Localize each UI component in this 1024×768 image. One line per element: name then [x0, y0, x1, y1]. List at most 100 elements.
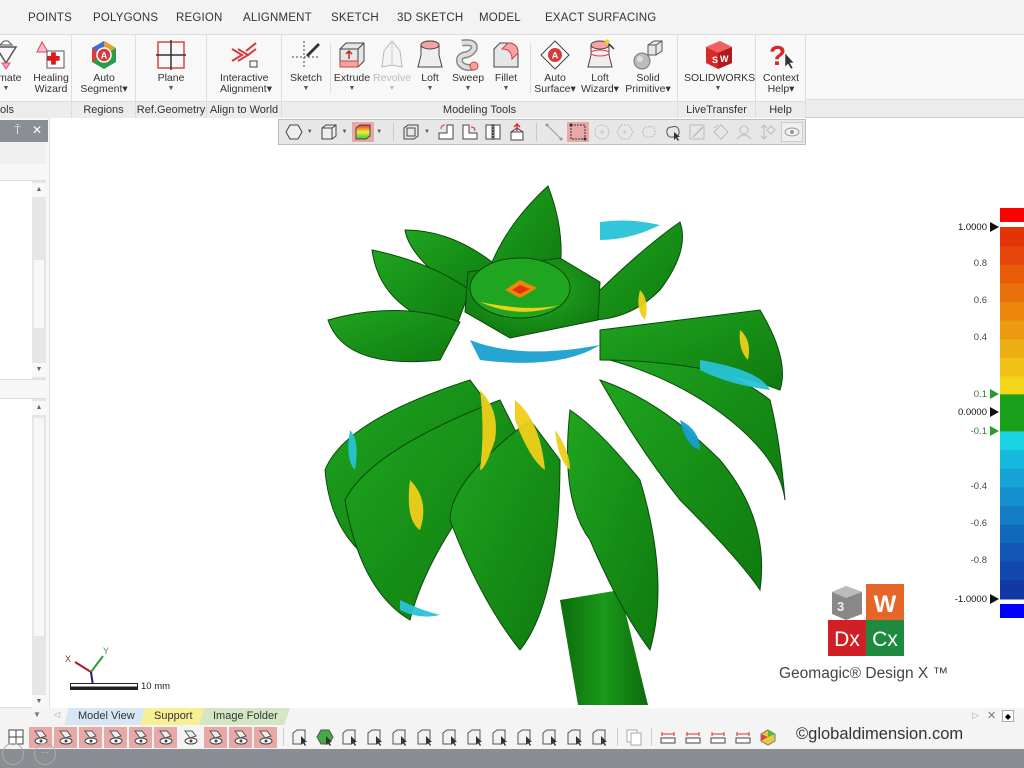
- rectangle-select-icon[interactable]: [566, 122, 589, 142]
- tab-model[interactable]: MODEL: [479, 12, 521, 24]
- scroll-thumb[interactable]: [33, 259, 45, 329]
- tab-3d-sketch[interactable]: 3D SKETCH: [397, 12, 463, 24]
- show-dimensions-icon[interactable]: [254, 726, 277, 748]
- scale-label: 10 mm: [141, 681, 171, 692]
- select-edge-loop-icon[interactable]: [463, 727, 486, 748]
- min-marker-icon[interactable]: [990, 594, 999, 604]
- measure-area-icon[interactable]: [731, 727, 754, 748]
- auto-segment-button[interactable]: A Auto Segment▾: [80, 37, 128, 99]
- context-help-button[interactable]: ? Context Help▾: [757, 37, 805, 99]
- select-all-icon[interactable]: [538, 727, 561, 748]
- freeform-select-icon[interactable]: [638, 122, 660, 142]
- circle-select-icon[interactable]: +: [591, 122, 613, 142]
- tab-sketch[interactable]: SKETCH: [331, 12, 379, 24]
- measure-radius-icon[interactable]: [706, 727, 729, 748]
- pin-icon[interactable]: ⍑: [14, 123, 21, 138]
- clip-plane-icon[interactable]: [459, 122, 481, 142]
- solid-primitive-button[interactable]: Solid Primitive▾: [624, 37, 672, 99]
- deviation-color-icon[interactable]: [352, 122, 375, 142]
- chevron-down-icon[interactable]: ▼: [307, 129, 315, 135]
- ribbon: cimate ▼ Healing Wizard ols A Auto Segme…: [0, 34, 1024, 119]
- scroll-right-icon[interactable]: ▷: [972, 710, 979, 721]
- scroll-down-icon[interactable]: ▼: [32, 363, 46, 377]
- body-display-icon[interactable]: [318, 122, 340, 142]
- show-vectors-icon[interactable]: [204, 726, 227, 748]
- tab-alignment[interactable]: ALIGNMENT: [243, 12, 312, 24]
- select-region-icon[interactable]: [313, 727, 336, 748]
- select-boundary-icon[interactable]: [388, 727, 411, 748]
- visibility-icon[interactable]: [781, 122, 803, 142]
- show-curves-icon[interactable]: [154, 726, 177, 748]
- zero-marker-icon[interactable]: [990, 407, 999, 417]
- measure-distance-icon[interactable]: [656, 727, 679, 748]
- decimate-button[interactable]: cimate ▼: [0, 37, 30, 99]
- interactive-alignment-button[interactable]: Interactive Alignment▾: [220, 37, 272, 99]
- chevron-down-icon[interactable]: ▼: [424, 129, 432, 135]
- select-sheet-icon[interactable]: [513, 727, 536, 748]
- fillet-button[interactable]: Fillet ▼: [482, 37, 530, 99]
- accuracy-analyzer-icon[interactable]: [756, 727, 779, 748]
- select-body-icon[interactable]: [413, 727, 436, 748]
- show-coords-icon[interactable]: [229, 726, 252, 748]
- close-tab-icon[interactable]: ✕: [987, 709, 996, 722]
- select-edge-icon[interactable]: [438, 727, 461, 748]
- section-view-icon[interactable]: [435, 122, 457, 142]
- tab-polygons[interactable]: POLYGONS: [93, 12, 158, 24]
- measure-angle-icon[interactable]: [681, 727, 704, 748]
- select-solid-icon[interactable]: [488, 727, 511, 748]
- select-vertex-icon[interactable]: [363, 727, 386, 748]
- group-label-help: Help: [756, 101, 805, 119]
- show-sketch-icon[interactable]: [79, 726, 102, 748]
- copy-view-icon[interactable]: [622, 727, 645, 748]
- scroll-down-icon[interactable]: ▼: [32, 695, 46, 709]
- tab-model-view[interactable]: Model View: [64, 708, 147, 725]
- line-select-icon[interactable]: [543, 122, 565, 142]
- flood-select-icon[interactable]: [710, 122, 732, 142]
- select-dimension-icon[interactable]: [588, 727, 611, 748]
- loft-wizard-button[interactable]: Loft Wizard▾: [576, 37, 624, 99]
- view-cube-icon[interactable]: [400, 122, 422, 142]
- dock-icon[interactable]: ◆: [1002, 710, 1014, 722]
- scroll-up-icon[interactable]: ▲: [32, 401, 46, 415]
- close-icon[interactable]: ✕: [32, 123, 42, 137]
- scroll-up-icon[interactable]: ▲: [32, 183, 46, 197]
- select-feature-icon[interactable]: [563, 727, 586, 748]
- show-points-icon[interactable]: [129, 726, 152, 748]
- tab-support[interactable]: Support: [140, 708, 205, 725]
- polygon-select-icon[interactable]: +: [614, 122, 636, 142]
- tab-points[interactable]: POINTS: [28, 12, 72, 24]
- plane-button[interactable]: Plane ▼: [147, 37, 195, 99]
- status-circle-icon[interactable]: [2, 743, 24, 765]
- solidworks-button[interactable]: SW SOLIDWORKS ▼: [684, 37, 755, 99]
- split-view-icon[interactable]: [482, 122, 504, 142]
- tab-exact-surfacing[interactable]: EXACT SURFACING: [545, 12, 656, 24]
- lower-tolerance-marker-icon[interactable]: [990, 426, 999, 436]
- scroll-thumb[interactable]: [33, 417, 45, 637]
- tab-scroll-left-icon[interactable]: ◁: [54, 710, 60, 719]
- healing-wizard-button[interactable]: Healing Wizard: [27, 37, 75, 99]
- select-mesh-icon[interactable]: [288, 727, 311, 748]
- sketch-button[interactable]: Sketch ▼: [282, 37, 330, 99]
- show-surface-icon[interactable]: [54, 726, 77, 748]
- scrollbar-bottom[interactable]: ▲ ▼: [32, 399, 46, 709]
- transform-select-icon[interactable]: [757, 122, 779, 142]
- tab-image-folder[interactable]: Image Folder: [199, 708, 290, 725]
- auto-surface-button[interactable]: A Auto Surface▾: [531, 37, 579, 99]
- extension-select-icon[interactable]: [733, 122, 755, 142]
- upper-tolerance-marker-icon[interactable]: [990, 389, 999, 399]
- scrollbar-top[interactable]: ▲ ▼: [32, 181, 46, 379]
- show-planes-icon[interactable]: [179, 727, 202, 748]
- max-marker-icon[interactable]: [990, 222, 999, 232]
- chevron-down-icon[interactable]: ▼: [342, 129, 350, 135]
- explode-view-icon[interactable]: [506, 122, 528, 142]
- paint-brush-select-icon[interactable]: [686, 122, 708, 142]
- more-options-icon[interactable]: ···: [34, 743, 56, 765]
- auto-surface-icon: A: [540, 40, 570, 70]
- select-face-icon[interactable]: [338, 727, 361, 748]
- lasso-select-icon[interactable]: [662, 122, 684, 142]
- chevron-down-icon[interactable]: ▼: [376, 129, 384, 135]
- show-3d-sketch-icon[interactable]: [104, 726, 127, 748]
- render-mode-icon[interactable]: [283, 122, 305, 142]
- tab-dropdown-icon[interactable]: ▼: [33, 710, 41, 719]
- tab-region[interactable]: REGION: [176, 12, 223, 24]
